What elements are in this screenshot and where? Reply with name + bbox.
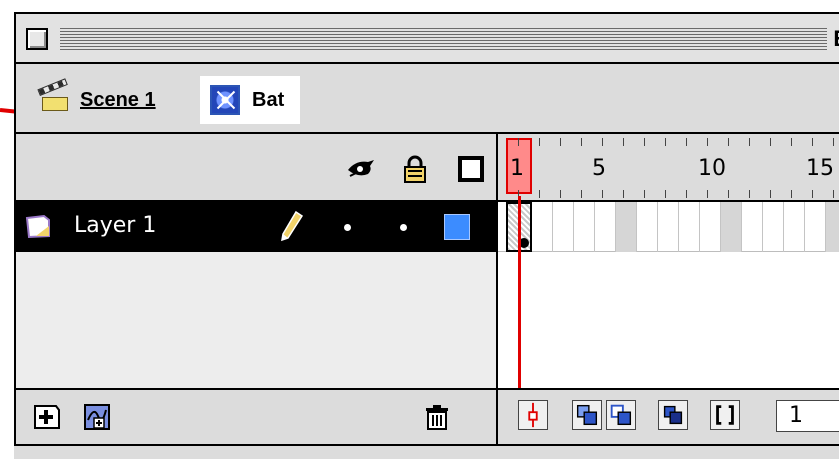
ruler-label: 10 xyxy=(698,156,726,181)
window-bottom-strip xyxy=(14,446,839,459)
ruler-tick xyxy=(812,138,813,146)
ruler-tick xyxy=(791,190,792,198)
symbol-label: Bat xyxy=(252,88,285,111)
title-stripes xyxy=(60,28,832,50)
layers-header xyxy=(16,134,496,202)
ruler-label: 5 xyxy=(592,156,606,181)
add-layer-icon[interactable] xyxy=(32,402,62,432)
title-bar[interactable]: E xyxy=(16,14,839,64)
ruler-tick xyxy=(560,138,561,146)
center-frame-icon[interactable] xyxy=(518,400,548,430)
trash-icon[interactable] xyxy=(422,402,452,432)
ruler-tick xyxy=(518,138,519,146)
breadcrumb-bar: Scene 1 Bat xyxy=(16,64,839,140)
ruler-tick xyxy=(812,190,813,198)
movie-clip-symbol-icon xyxy=(210,85,240,115)
ruler-tick xyxy=(770,190,771,198)
outline-icon[interactable] xyxy=(456,154,486,184)
ruler-tick xyxy=(749,138,750,146)
frame-cell[interactable] xyxy=(553,202,574,252)
timeline-footer: 1 xyxy=(498,388,839,444)
breadcrumb-symbol-bat[interactable]: Bat xyxy=(200,76,301,124)
ruler-tick xyxy=(770,138,771,146)
pencil-icon xyxy=(281,210,304,242)
frames-row-layer-1[interactable] xyxy=(498,202,839,252)
layers-footer xyxy=(16,388,496,444)
frame-cell[interactable] xyxy=(805,202,826,252)
ruler-tick xyxy=(602,138,603,146)
frame-cell[interactable] xyxy=(826,202,839,252)
frame-cell[interactable] xyxy=(574,202,595,252)
frame-cell[interactable] xyxy=(679,202,700,252)
ruler-tick xyxy=(728,190,729,198)
ruler-tick xyxy=(833,138,834,146)
ruler-tick xyxy=(581,138,582,146)
ruler-tick xyxy=(602,190,603,198)
frame-ruler[interactable]: 1 5 10 15 xyxy=(498,134,839,202)
frame-cell[interactable] xyxy=(658,202,679,252)
current-frame-field[interactable]: 1 xyxy=(776,400,839,432)
ruler-tick xyxy=(581,190,582,198)
close-box[interactable] xyxy=(26,28,48,50)
edit-multiple-frames-icon[interactable] xyxy=(658,400,688,430)
scene-label: Scene 1 xyxy=(80,88,156,111)
lock-toggle[interactable] xyxy=(400,224,407,231)
frame-cell[interactable] xyxy=(532,202,553,252)
timeline-panel: 1 5 10 15 1 xyxy=(498,132,839,446)
ruler-tick xyxy=(791,138,792,146)
frame-cell[interactable] xyxy=(721,202,742,252)
ruler-tick xyxy=(539,138,540,146)
ruler-tick xyxy=(728,138,729,146)
modify-onion-markers-icon[interactable] xyxy=(710,400,740,430)
frame-cell[interactable] xyxy=(700,202,721,252)
layer-row-layer-1[interactable]: Layer 1 xyxy=(16,202,496,252)
ruler-tick xyxy=(749,190,750,198)
frame-cell[interactable] xyxy=(742,202,763,252)
ruler-label: 15 xyxy=(806,156,834,181)
onion-skin-icon[interactable] xyxy=(572,400,602,430)
ruler-tick xyxy=(560,190,561,198)
ruler-tick xyxy=(623,190,624,198)
window-title: E xyxy=(827,26,839,52)
breadcrumb-scene-1[interactable]: Scene 1 xyxy=(37,78,156,122)
ruler-tick xyxy=(707,190,708,198)
frame-cell[interactable] xyxy=(784,202,805,252)
visibility-toggle[interactable] xyxy=(344,224,351,231)
ruler-label: 1 xyxy=(510,156,524,181)
add-guide-layer-icon[interactable] xyxy=(82,402,112,432)
clapperboard-icon xyxy=(37,78,72,113)
ruler-tick xyxy=(539,190,540,198)
ruler-tick xyxy=(686,138,687,146)
ruler-tick xyxy=(665,190,666,198)
ruler-tick xyxy=(833,190,834,198)
onion-skin-outlines-icon[interactable] xyxy=(606,400,636,430)
lock-icon[interactable] xyxy=(400,154,430,184)
ruler-tick xyxy=(707,138,708,146)
layers-panel: Layer 1 xyxy=(14,132,498,446)
ruler-tick xyxy=(644,190,645,198)
outline-color-swatch[interactable] xyxy=(444,214,470,240)
frame-cell[interactable] xyxy=(637,202,658,252)
ruler-tick xyxy=(623,138,624,146)
frame-cell[interactable] xyxy=(763,202,784,252)
ruler-tick xyxy=(665,138,666,146)
frame-cell[interactable] xyxy=(616,202,637,252)
layer-icon xyxy=(25,214,50,239)
ruler-tick xyxy=(644,138,645,146)
ruler-tick xyxy=(686,190,687,198)
eye-icon[interactable] xyxy=(346,154,376,184)
playhead-line xyxy=(518,196,521,396)
layer-name: Layer 1 xyxy=(74,213,157,238)
frame-cell[interactable] xyxy=(595,202,616,252)
